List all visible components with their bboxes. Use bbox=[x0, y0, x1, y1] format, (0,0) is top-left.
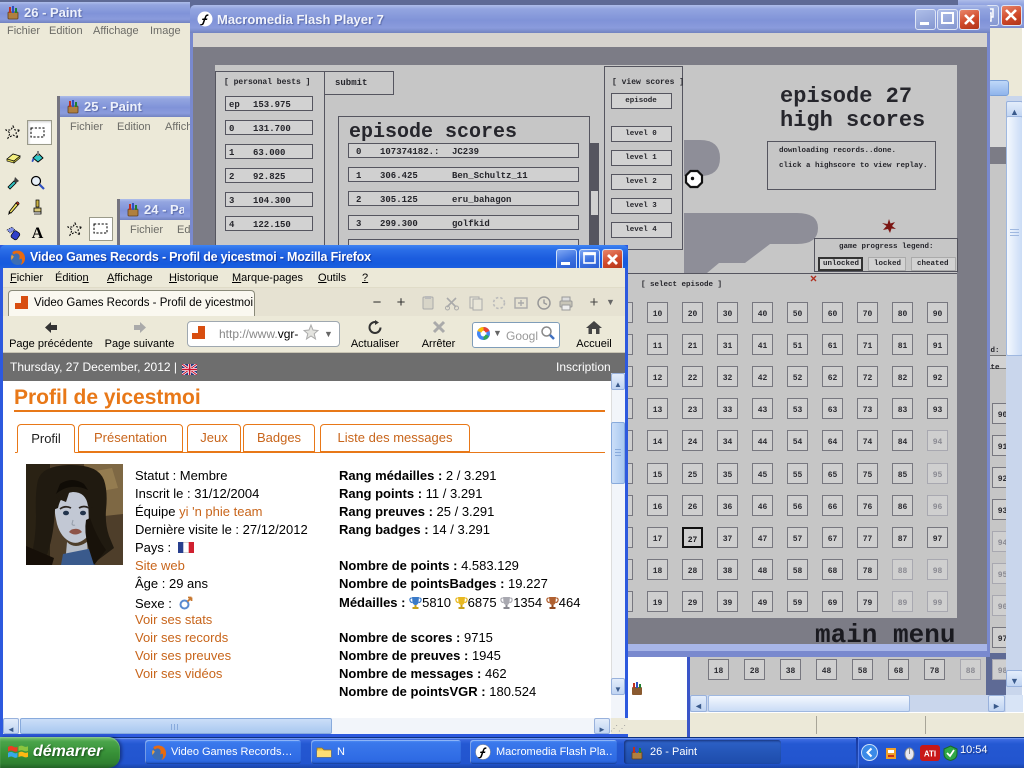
svg-text:A: A bbox=[32, 225, 44, 241]
svg-text:ATI: ATI bbox=[924, 750, 936, 759]
